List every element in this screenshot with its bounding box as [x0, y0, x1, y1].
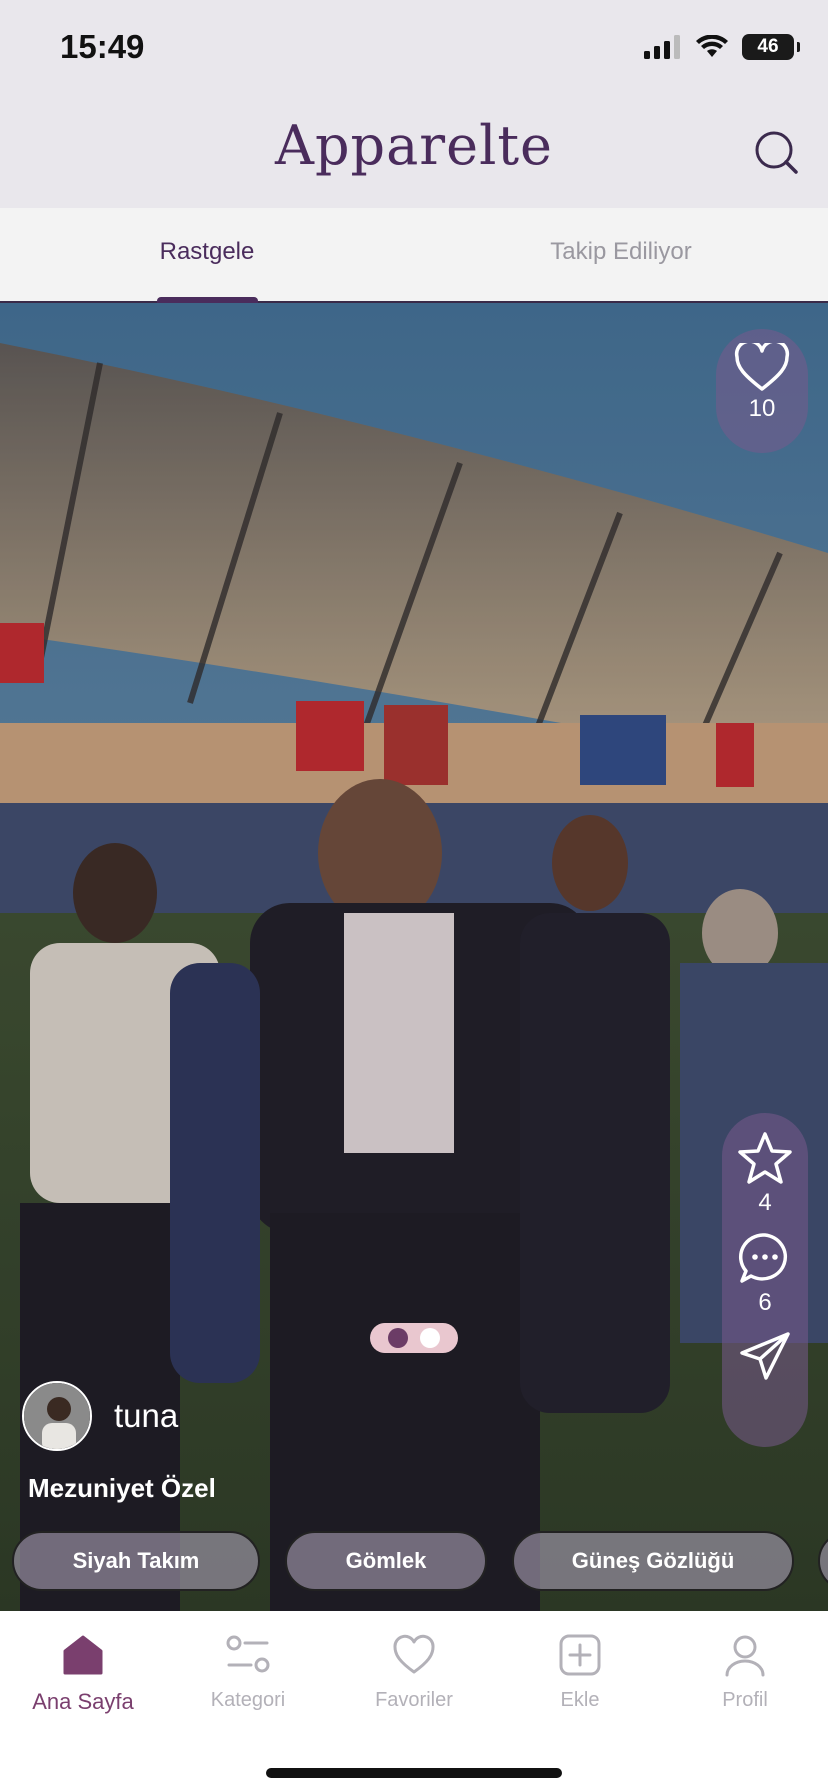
bottom-tab-bar: Ana Sayfa Kategori Favoriler Ekle Profil — [0, 1611, 828, 1792]
tag-gomlek[interactable]: Gömlek — [285, 1531, 487, 1591]
tabbar-favoriler-label: Favoriler — [375, 1689, 453, 1711]
search-button[interactable] — [748, 124, 804, 180]
status-bar: 15:49 46 — [0, 0, 828, 100]
profile-icon — [725, 1635, 765, 1677]
like-count: 10 — [748, 395, 776, 422]
tab-takip-ediliyor[interactable]: Takip Ediliyor — [471, 238, 771, 266]
tab-rastgele[interactable]: Rastgele — [57, 238, 357, 266]
home-indicator — [266, 1768, 562, 1778]
tabbar-home-label: Ana Sayfa — [32, 1689, 134, 1714]
author-name[interactable]: tuna — [114, 1397, 178, 1435]
post-card[interactable]: 10 4 6 tuna Mezuniyet Özel Siyah Takım G… — [0, 303, 828, 1611]
battery-icon: 46 — [742, 34, 800, 60]
like-button[interactable]: 10 — [716, 329, 808, 453]
status-time: 15:49 — [60, 28, 145, 65]
tabbar-ekle-label: Ekle — [560, 1689, 600, 1711]
heart-icon — [734, 343, 790, 391]
tabbar-profil[interactable]: Profil — [670, 1627, 820, 1712]
post-title: Mezuniyet Özel — [28, 1473, 216, 1503]
tabbar-kategori[interactable]: Kategori — [173, 1627, 323, 1712]
heart-icon — [393, 1634, 435, 1674]
search-icon — [755, 131, 798, 174]
share-icon[interactable] — [738, 1331, 792, 1381]
star-icon[interactable] — [737, 1131, 793, 1185]
app-header: Apparelte — [0, 100, 828, 208]
tabbar-profil-label: Profil — [722, 1689, 768, 1711]
carousel-dot-active[interactable] — [388, 1328, 408, 1348]
signal-icon — [644, 35, 680, 59]
star-count: 4 — [758, 1189, 772, 1216]
add-icon — [559, 1634, 601, 1676]
feed-tabs: Rastgele Takip Ediliyor — [0, 208, 828, 303]
app-logo: Apparelte — [274, 114, 554, 177]
carousel-indicator — [370, 1323, 458, 1353]
home-icon — [63, 1635, 103, 1675]
tabbar-ekle[interactable]: Ekle — [505, 1627, 655, 1712]
post-actions: 4 6 — [722, 1113, 808, 1447]
tabbar-favoriler[interactable]: Favoriler — [339, 1627, 489, 1712]
comment-count: 6 — [758, 1289, 772, 1316]
post-author[interactable]: tuna — [22, 1381, 178, 1451]
comment-icon[interactable] — [738, 1231, 792, 1285]
tabbar-kategori-label: Kategori — [210, 1689, 286, 1711]
tag-siyah-takim[interactable]: Siyah Takım — [12, 1531, 260, 1591]
status-icons: 46 — [644, 34, 800, 60]
avatar[interactable] — [22, 1381, 92, 1451]
wifi-icon — [696, 35, 728, 57]
tabbar-home[interactable]: Ana Sayfa — [8, 1627, 158, 1715]
tag-gunes-gozlugu[interactable]: Güneş Gözlüğü — [512, 1531, 794, 1591]
carousel-dot[interactable] — [420, 1328, 440, 1348]
category-icon — [226, 1635, 270, 1673]
